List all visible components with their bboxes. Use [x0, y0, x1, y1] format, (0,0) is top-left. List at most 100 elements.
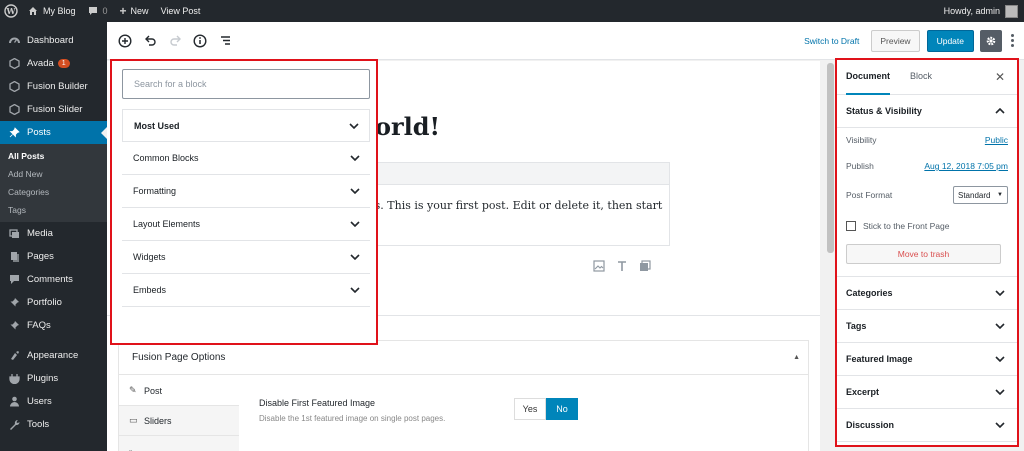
switch-to-draft-button[interactable]: Switch to Draft — [804, 36, 859, 46]
sidebar-item-plugins[interactable]: Plugins — [0, 367, 107, 390]
more-options-icon[interactable] — [1006, 34, 1018, 47]
featured-image-panel-header[interactable]: Featured Image — [837, 343, 1017, 376]
categories-panel-header[interactable]: Categories — [837, 277, 1017, 310]
sidebar-item-pages[interactable]: Pages — [0, 245, 107, 268]
chevron-down-icon — [350, 252, 360, 262]
close-icon[interactable]: ✕ — [995, 70, 1005, 84]
sidebar-item-tools[interactable]: Tools — [0, 413, 107, 436]
chevron-down-icon — [350, 186, 360, 196]
sidebar-item-fusion-slider[interactable]: Fusion Slider — [0, 98, 107, 121]
sidebar-item-media[interactable]: Media — [0, 222, 107, 245]
gallery-block-icon[interactable] — [639, 260, 651, 274]
settings-sidebar: Document Block ✕ Status & Visibility Vis… — [835, 58, 1019, 447]
submenu-all-posts[interactable]: All Posts — [0, 147, 107, 165]
preview-button[interactable]: Preview — [871, 29, 920, 52]
sidebar-item-avada[interactable]: Avada 1 — [0, 52, 107, 75]
discussion-panel-header[interactable]: Discussion — [837, 409, 1017, 442]
users-icon — [8, 396, 20, 408]
block-navigation-icon[interactable] — [213, 29, 237, 53]
redo-icon[interactable] — [163, 29, 187, 53]
sidebar-item-label: Users — [27, 396, 52, 407]
panel-title: Categories — [846, 288, 893, 298]
svg-text:W: W — [6, 6, 17, 16]
sidebar-item-label: Portfolio — [27, 297, 62, 308]
chevron-down-icon — [995, 387, 1005, 397]
chevron-up-icon — [995, 106, 1005, 116]
stick-front-page-checkbox[interactable] — [846, 221, 856, 231]
sidebar-item-posts[interactable]: Posts — [0, 121, 107, 144]
yes-no-toggle: Yes No — [514, 398, 578, 420]
sidebar-item-label: Fusion Builder — [27, 81, 88, 92]
paragraph-text[interactable]: ss. This is your first post. Edit or del… — [369, 199, 662, 212]
info-icon[interactable] — [188, 29, 212, 53]
fusion-tab-next[interactable]: ▫ — [119, 436, 239, 451]
fusion-tab-label: Post — [144, 385, 163, 396]
tags-panel-header[interactable]: Tags — [837, 310, 1017, 343]
category-embeds[interactable]: Embeds — [122, 274, 370, 307]
post-title[interactable]: orld! — [375, 112, 440, 141]
yes-option[interactable]: Yes — [514, 398, 546, 420]
pages-icon — [8, 251, 20, 263]
undo-icon[interactable] — [138, 29, 162, 53]
tab-document[interactable]: Document — [846, 60, 891, 95]
wordpress-logo-icon[interactable]: W — [0, 0, 22, 22]
submenu-categories[interactable]: Categories — [0, 183, 107, 201]
comments-count: 0 — [102, 6, 108, 16]
sidebar-item-users[interactable]: Users — [0, 390, 107, 413]
update-button[interactable]: Update — [926, 29, 974, 52]
update-count-badge: 1 — [57, 59, 70, 68]
editor-scrollbar[interactable] — [826, 61, 835, 451]
quick-inserter — [593, 260, 651, 274]
chevron-down-icon — [995, 420, 1005, 430]
collapse-caret-icon[interactable]: ▲ — [793, 354, 800, 361]
chevron-down-icon — [350, 153, 360, 163]
sidebar-item-fusion-builder[interactable]: Fusion Builder — [0, 75, 107, 98]
settings-gear-icon[interactable] — [980, 29, 1002, 52]
my-account-link[interactable]: Howdy, admin — [938, 0, 1024, 22]
status-visibility-panel-header[interactable]: Status & Visibility — [837, 95, 1017, 128]
sidebar-item-label: Avada — [27, 58, 54, 69]
move-to-trash-button[interactable]: Move to trash — [846, 244, 1001, 264]
scrollbar-thumb[interactable] — [827, 63, 834, 253]
category-widgets[interactable]: Widgets — [122, 241, 370, 274]
category-most-used[interactable]: Most Used — [122, 109, 370, 142]
sidebar-item-comments[interactable]: Comments — [0, 268, 107, 291]
chevron-down-icon — [995, 321, 1005, 331]
publish-date-link[interactable]: Aug 12, 2018 7:05 pm — [924, 161, 1008, 171]
fusion-page-options-title: Fusion Page Options — [132, 352, 226, 363]
category-layout-elements[interactable]: Layout Elements — [122, 208, 370, 241]
fusion-tab-sliders[interactable]: ▭ Sliders — [119, 406, 239, 436]
new-content-link[interactable]: + New — [114, 0, 155, 22]
sidebar-item-portfolio[interactable]: Portfolio — [0, 291, 107, 314]
sidebar-item-label: Plugins — [27, 373, 59, 384]
panel-title: Status & Visibility — [846, 106, 922, 116]
visibility-link[interactable]: Public — [985, 135, 1008, 145]
submenu-add-new[interactable]: Add New — [0, 165, 107, 183]
heading-block-icon[interactable] — [616, 260, 628, 274]
block-search-field[interactable] — [122, 69, 370, 99]
sidebar-item-dashboard[interactable]: Dashboard — [0, 29, 107, 52]
view-post-link[interactable]: View Post — [155, 0, 207, 22]
post-format-select[interactable]: Standard ▼ — [953, 186, 1008, 204]
sidebar-item-appearance[interactable]: Appearance — [0, 344, 107, 367]
category-formatting[interactable]: Formatting — [122, 175, 370, 208]
fusion-tab-post[interactable]: ✎ Post — [119, 376, 239, 406]
category-common-blocks[interactable]: Common Blocks — [122, 142, 370, 175]
image-block-icon[interactable] — [593, 260, 605, 274]
fusion-page-options-header[interactable]: Fusion Page Options ▲ — [119, 341, 808, 375]
submenu-tags[interactable]: Tags — [0, 201, 107, 219]
add-block-icon[interactable] — [113, 29, 137, 53]
field-label: Disable First Featured Image — [259, 398, 376, 408]
block-search-input[interactable] — [134, 79, 354, 89]
sidebar-item-label: Dashboard — [27, 35, 74, 46]
tab-block[interactable]: Block — [910, 60, 932, 95]
no-option[interactable]: No — [546, 398, 578, 420]
pin-icon — [8, 127, 20, 139]
sidebar-item-faqs[interactable]: FAQs — [0, 314, 107, 337]
comments-link[interactable]: 0 — [82, 0, 114, 22]
posts-submenu: All Posts Add New Categories Tags — [0, 144, 107, 222]
site-name-link[interactable]: My Blog — [22, 0, 82, 22]
slider-icon: ▭ — [129, 415, 138, 425]
excerpt-panel-header[interactable]: Excerpt — [837, 376, 1017, 409]
post-format-label: Post Format — [846, 190, 893, 200]
